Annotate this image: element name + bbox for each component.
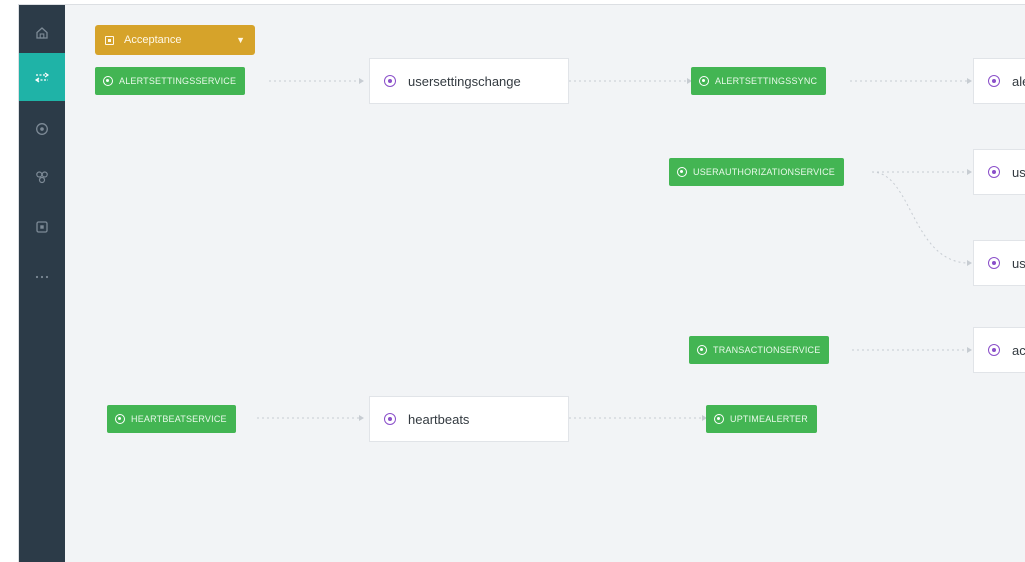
target-icon [36, 123, 48, 135]
topic-icon [988, 75, 1000, 87]
service-label: USERAUTHORIZATIONSERVICE [693, 167, 835, 177]
topic-node-alert[interactable]: ale [973, 58, 1025, 104]
service-label: ALERTSETTINGSSYNC [715, 76, 818, 86]
service-node-transactionservice[interactable]: TRANSACTIONSERVICE [689, 336, 830, 364]
home-icon [36, 27, 48, 39]
more-icon [35, 275, 49, 279]
service-icon [115, 414, 125, 424]
service-icon [714, 414, 724, 424]
topic-label: ale [1012, 73, 1025, 89]
service-icon [699, 76, 709, 86]
environment-label: Acceptance [124, 34, 182, 46]
sidebar-item-target[interactable] [19, 105, 65, 153]
sidebar-item-flow[interactable] [19, 53, 65, 101]
service-node-uptimealerter[interactable]: UPTIMEALERTER [706, 405, 817, 433]
box-icon [36, 221, 48, 233]
topic-icon [384, 75, 396, 87]
sidebar-item-cluster[interactable] [19, 153, 65, 201]
app-window: Acceptance ▼ ALERTSETTINGSSERVICE userse… [18, 4, 1025, 562]
topic-icon [988, 257, 1000, 269]
topic-label: heartbeats [408, 411, 470, 427]
sidebar-item-home[interactable] [19, 9, 65, 57]
sidebar [19, 5, 65, 562]
service-icon [103, 76, 113, 86]
service-label: TRANSACTIONSERVICE [713, 345, 821, 355]
service-icon [677, 167, 687, 177]
topic-icon [988, 166, 1000, 178]
topic-label: acc [1012, 342, 1025, 358]
service-node-userauthorizationservice[interactable]: USERAUTHORIZATIONSERVICE [669, 158, 844, 186]
topic-node-user-1[interactable]: use [973, 149, 1025, 195]
topic-icon [384, 413, 396, 425]
topic-node-usersettingschange[interactable]: usersettingschange [369, 58, 569, 104]
service-node-alertsettingsservice[interactable]: ALERTSETTINGSSERVICE [95, 67, 246, 95]
topic-node-user-2[interactable]: use [973, 240, 1025, 286]
chevron-down-icon: ▼ [236, 35, 245, 45]
service-node-heartbeatservice[interactable]: HEARTBEATSERVICE [107, 405, 236, 433]
topic-label: use [1012, 255, 1025, 271]
topic-node-acc[interactable]: acc [973, 327, 1025, 373]
environment-select[interactable]: Acceptance ▼ [95, 25, 255, 55]
topic-label: use [1012, 164, 1025, 180]
service-label: ALERTSETTINGSSERVICE [119, 76, 237, 86]
environment-icon [105, 35, 114, 45]
sidebar-item-more[interactable] [19, 253, 65, 301]
topic-label: usersettingschange [408, 73, 521, 89]
sidebar-item-box[interactable] [19, 203, 65, 251]
topic-icon [988, 344, 1000, 356]
service-icon [697, 345, 707, 355]
service-label: UPTIMEALERTER [730, 414, 808, 424]
service-label: HEARTBEATSERVICE [131, 414, 227, 424]
topic-node-heartbeats[interactable]: heartbeats [369, 396, 569, 442]
flow-icon [34, 72, 50, 83]
service-node-alertsettingssync[interactable]: ALERTSETTINGSSYNC [691, 67, 827, 95]
cluster-icon [36, 171, 48, 184]
